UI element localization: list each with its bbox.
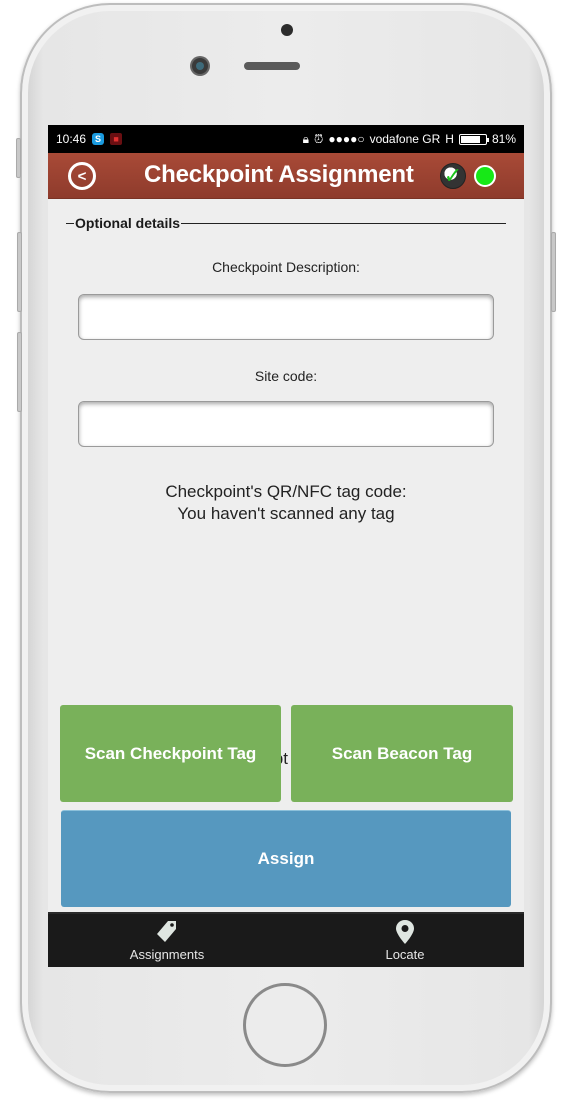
section-legend: Optional details: [75, 215, 181, 231]
site-code-input[interactable]: [78, 401, 494, 447]
optional-details-section: Optional details: [66, 215, 506, 231]
globe-check-icon[interactable]: ✓: [440, 163, 466, 189]
network-type: H: [445, 132, 454, 146]
home-button[interactable]: [243, 983, 327, 1067]
tag-code-status: You haven't scanned any tag: [177, 504, 395, 523]
connection-status-indicator: [474, 165, 496, 187]
scan-checkpoint-tag-button[interactable]: Scan Checkpoint Tag: [60, 705, 281, 802]
front-camera: [192, 58, 208, 74]
tab-label: Locate: [385, 947, 425, 962]
app-screen: 10:46 S ■ 🔒︎ ⏰︎ ●●●●○ vodafone GR H 81% …: [48, 125, 524, 967]
form-content: Optional details Checkpoint Description:…: [48, 199, 524, 912]
alarm-icon: ⏰︎: [313, 131, 324, 146]
map-pin-icon: [396, 920, 414, 944]
skype-icon: S: [92, 133, 105, 145]
site-code-label: Site code:: [254, 368, 318, 384]
battery-percent: 81%: [491, 132, 516, 146]
scan-beacon-tag-button[interactable]: Scan Beacon Tag: [291, 705, 513, 802]
tag-icon: [157, 921, 176, 942]
signal-strength: ●●●●○: [328, 132, 365, 146]
mute-switch: [16, 138, 21, 178]
carrier-name: vodafone GR: [369, 132, 441, 146]
app-header: < Checkpoint Assignment ✓: [48, 153, 524, 199]
description-label: Checkpoint Description:: [212, 259, 360, 275]
power-button: [551, 232, 556, 312]
tag-code-label: Checkpoint's QR/NFC tag code:: [165, 482, 407, 501]
bottom-tab-bar: Assignments Locate: [48, 912, 524, 967]
proximity-sensor: [281, 24, 293, 36]
description-input[interactable]: [78, 294, 494, 340]
tab-label: Assignments: [129, 947, 205, 962]
notification-icon: ■: [110, 133, 123, 145]
status-time: 10:46: [56, 132, 87, 146]
tab-locate[interactable]: Locate: [286, 914, 524, 967]
back-button[interactable]: <: [68, 162, 96, 190]
earpiece-speaker: [244, 62, 300, 70]
volume-down-button: [17, 332, 22, 412]
battery-icon: [458, 133, 489, 145]
chevron-left-icon: <: [77, 167, 87, 185]
status-bar: 10:46 S ■ 🔒︎ ⏰︎ ●●●●○ vodafone GR H 81%: [48, 125, 524, 153]
assign-button[interactable]: Assign: [61, 810, 511, 907]
rotation-lock-icon: 🔒︎: [302, 131, 309, 146]
page-title: Checkpoint Assignment: [144, 161, 414, 188]
tab-assignments[interactable]: Assignments: [48, 914, 286, 967]
volume-up-button: [17, 232, 22, 312]
